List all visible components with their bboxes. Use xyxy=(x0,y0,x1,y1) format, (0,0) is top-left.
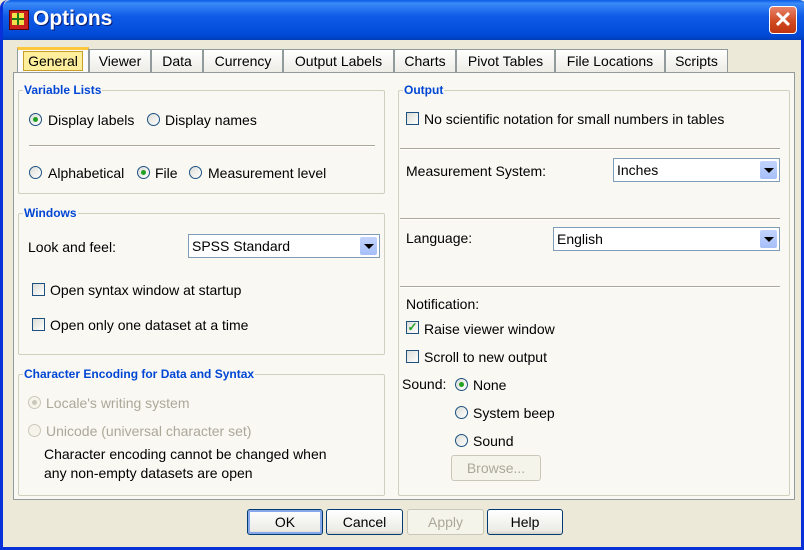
no-scientific-notation-label[interactable]: No scientific notation for small numbers… xyxy=(424,111,724,127)
scroll-new-output-checkbox[interactable] xyxy=(406,350,419,363)
raise-viewer-checkbox[interactable]: ✓ xyxy=(406,321,419,334)
locale-writing-system-radio[interactable] xyxy=(28,396,41,409)
tab-label: Scripts xyxy=(675,53,718,69)
spss-app-icon xyxy=(9,10,29,30)
system-beep-radio[interactable] xyxy=(455,406,468,419)
file-label[interactable]: File xyxy=(155,165,178,181)
open-syntax-checkbox[interactable] xyxy=(32,283,45,296)
close-button[interactable]: ✕ xyxy=(769,6,797,34)
scroll-new-output-label[interactable]: Scroll to new output xyxy=(424,349,547,365)
encoding-note-line2: any non-empty datasets are open xyxy=(44,465,253,481)
browse-button[interactable]: Browse... xyxy=(451,455,541,481)
open-syntax-label[interactable]: Open syntax window at startup xyxy=(50,282,241,298)
unicode-radio[interactable] xyxy=(28,424,41,437)
chevron-down-icon[interactable] xyxy=(760,230,777,248)
tab-currency[interactable]: Currency xyxy=(203,49,283,73)
locale-writing-system-label[interactable]: Locale's writing system xyxy=(46,395,190,411)
close-icon: ✕ xyxy=(773,7,793,32)
sound-none-label[interactable]: None xyxy=(473,377,506,393)
measurement-system-select[interactable]: Inches xyxy=(613,158,780,182)
tab-label: Charts xyxy=(404,53,446,69)
tab-file-locations[interactable]: File Locations xyxy=(555,49,665,73)
sound-radio[interactable] xyxy=(455,434,468,447)
title-bar[interactable]: Options ✕ xyxy=(3,0,804,40)
options-dialog: Options ✕ General Viewer Data Currency O… xyxy=(0,0,804,550)
divider xyxy=(400,286,780,288)
select-value: SPSS Standard xyxy=(192,238,291,254)
chevron-down-icon[interactable] xyxy=(760,161,777,179)
tab-label: Currency xyxy=(214,53,272,69)
measurement-level-radio[interactable] xyxy=(189,166,202,179)
help-button[interactable]: Help xyxy=(487,509,563,535)
tab-label: Pivot Tables xyxy=(467,53,544,69)
sound-none-radio[interactable] xyxy=(455,378,468,391)
display-labels-radio[interactable] xyxy=(29,113,42,126)
window-title: Options xyxy=(33,7,113,30)
encoding-note-line1: Character encoding cannot be changed whe… xyxy=(44,446,327,462)
tab-scripts[interactable]: Scripts xyxy=(665,49,728,73)
divider xyxy=(29,145,375,147)
select-value: English xyxy=(557,231,603,247)
sound-file-label[interactable]: Sound xyxy=(473,433,513,449)
look-and-feel-label: Look and feel: xyxy=(28,239,116,255)
alphabetical-label[interactable]: Alphabetical xyxy=(48,165,124,181)
language-select[interactable]: English xyxy=(553,227,780,251)
raise-viewer-label[interactable]: Raise viewer window xyxy=(424,321,555,337)
sound-label: Sound: xyxy=(402,376,447,392)
tab-label: General xyxy=(23,51,83,71)
tab-output-labels[interactable]: Output Labels xyxy=(283,49,394,73)
no-scientific-notation-checkbox[interactable] xyxy=(406,112,419,125)
notification-label: Notification: xyxy=(406,296,480,312)
measurement-level-label[interactable]: Measurement level xyxy=(208,165,326,181)
tab-charts[interactable]: Charts xyxy=(394,49,456,73)
divider xyxy=(400,218,780,220)
open-one-dataset-label[interactable]: Open only one dataset at a time xyxy=(50,317,248,333)
tab-label: Viewer xyxy=(98,53,142,69)
group-title: Windows xyxy=(23,206,78,220)
group-title: Output xyxy=(403,83,445,97)
group-title: Character Encoding for Data and Syntax xyxy=(23,367,256,381)
language-label: Language: xyxy=(406,230,473,246)
open-one-dataset-checkbox[interactable] xyxy=(32,318,45,331)
alphabetical-radio[interactable] xyxy=(29,166,42,179)
measurement-system-label: Measurement System: xyxy=(406,163,547,179)
file-radio[interactable] xyxy=(137,166,150,179)
tab-label: File Locations xyxy=(566,53,654,69)
tab-general[interactable]: General xyxy=(17,47,89,74)
apply-button[interactable]: Apply xyxy=(407,509,484,535)
display-names-label[interactable]: Display names xyxy=(165,112,257,128)
cancel-button[interactable]: Cancel xyxy=(326,509,403,535)
tab-viewer[interactable]: Viewer xyxy=(89,49,151,73)
unicode-label[interactable]: Unicode (universal character set) xyxy=(46,423,251,439)
look-and-feel-select[interactable]: SPSS Standard xyxy=(188,234,380,258)
display-names-radio[interactable] xyxy=(147,113,160,126)
tab-label: Data xyxy=(162,53,192,69)
select-value: Inches xyxy=(617,162,659,178)
system-beep-label[interactable]: System beep xyxy=(473,405,555,421)
ok-button[interactable]: OK xyxy=(247,509,323,535)
divider xyxy=(400,148,780,150)
tab-pivot-tables[interactable]: Pivot Tables xyxy=(456,49,555,73)
chevron-down-icon[interactable] xyxy=(360,237,377,255)
group-title: Variable Lists xyxy=(23,83,103,97)
display-labels-label[interactable]: Display labels xyxy=(48,112,134,128)
tab-label: Output Labels xyxy=(294,53,383,69)
tab-data[interactable]: Data xyxy=(151,49,203,73)
